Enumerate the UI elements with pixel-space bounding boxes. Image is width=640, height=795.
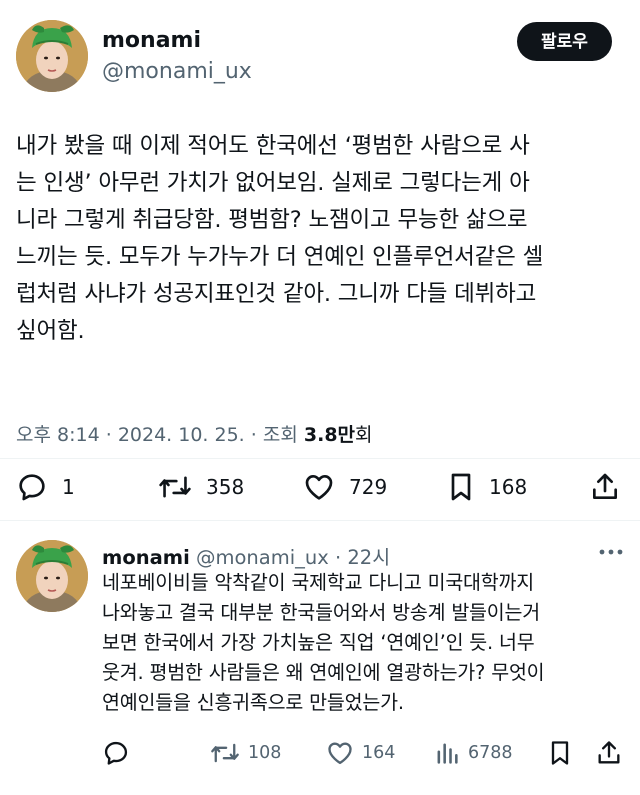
divider bbox=[0, 458, 640, 459]
tweet-time[interactable]: 오후 8:14 bbox=[16, 424, 100, 446]
author-handle[interactable]: @monami_ux bbox=[102, 59, 252, 84]
author-avatar[interactable] bbox=[16, 20, 88, 92]
views-unit-suffix: 회 bbox=[355, 424, 373, 446]
like-action[interactable]: 729 bbox=[303, 470, 387, 504]
meta-separator: · bbox=[105, 424, 112, 446]
reply-separator: · bbox=[334, 546, 342, 569]
speech-bubble-icon bbox=[19, 474, 45, 501]
tweet-text: 내가 봤을 때 이제 적어도 한국에선 ‘평범한 사람으로 사 는 인생’ 아무… bbox=[16, 133, 544, 344]
reply-time[interactable]: 22시 bbox=[347, 546, 390, 569]
bookmark-icon bbox=[551, 741, 569, 765]
reply-views-count: 6788 bbox=[468, 743, 513, 763]
repost-count: 358 bbox=[206, 475, 245, 499]
reply-author-name[interactable]: monami bbox=[102, 546, 190, 569]
tweet-date[interactable]: 2024. 10. 25. bbox=[118, 424, 245, 446]
views-number: 3.8 bbox=[303, 424, 338, 446]
reply-action[interactable]: 1 bbox=[16, 470, 75, 504]
repost-arrows-icon bbox=[211, 743, 239, 763]
reply-header: monami @monami_ux · 22시 bbox=[102, 541, 390, 570]
avatar-image bbox=[16, 20, 88, 92]
author-name[interactable]: monami bbox=[102, 28, 201, 53]
reply-reply-action[interactable] bbox=[102, 738, 130, 768]
reply-repost-count: 108 bbox=[248, 743, 282, 763]
reply-share-action[interactable] bbox=[596, 738, 622, 768]
tweet-meta: 오후 8:14 · 2024. 10. 25. · 조회 3.8만회 bbox=[16, 420, 373, 447]
share-icon bbox=[598, 741, 620, 764]
reply-count: 1 bbox=[62, 475, 75, 499]
follow-button[interactable]: 팔로우 bbox=[517, 22, 612, 61]
share-action[interactable] bbox=[590, 470, 620, 504]
speech-bubble-icon bbox=[104, 741, 128, 765]
views-label: 조회 bbox=[262, 424, 298, 446]
reply-text: 네포베이비들 악착같이 국제학교 다니고 미국대학까지 나와놓고 결국 대부분 … bbox=[102, 571, 545, 714]
reply-author-handle[interactable]: @monami_ux bbox=[196, 546, 329, 569]
repost-arrows-icon bbox=[159, 476, 191, 498]
reply-author-avatar[interactable] bbox=[16, 540, 88, 612]
reply-like-action[interactable]: 164 bbox=[326, 738, 395, 768]
bar-chart-icon bbox=[437, 743, 458, 764]
like-count: 729 bbox=[349, 475, 388, 499]
bookmark-action[interactable]: 168 bbox=[447, 470, 527, 504]
share-icon bbox=[593, 473, 618, 499]
bookmark-icon bbox=[451, 473, 471, 501]
repost-action[interactable]: 358 bbox=[158, 470, 244, 504]
heart-icon bbox=[305, 475, 333, 500]
more-dots-icon[interactable] bbox=[598, 547, 624, 557]
bookmark-count: 168 bbox=[489, 475, 528, 499]
views-unit-strong: 만 bbox=[337, 424, 356, 446]
meta-separator: · bbox=[250, 424, 257, 446]
reply-repost-action[interactable]: 108 bbox=[210, 738, 281, 768]
avatar-image bbox=[16, 540, 88, 612]
reply-bookmark-action[interactable] bbox=[548, 738, 572, 768]
divider bbox=[0, 520, 640, 521]
reply-like-count: 164 bbox=[362, 743, 396, 763]
reply-views-action[interactable]: 6788 bbox=[434, 738, 513, 768]
heart-icon bbox=[328, 742, 352, 765]
